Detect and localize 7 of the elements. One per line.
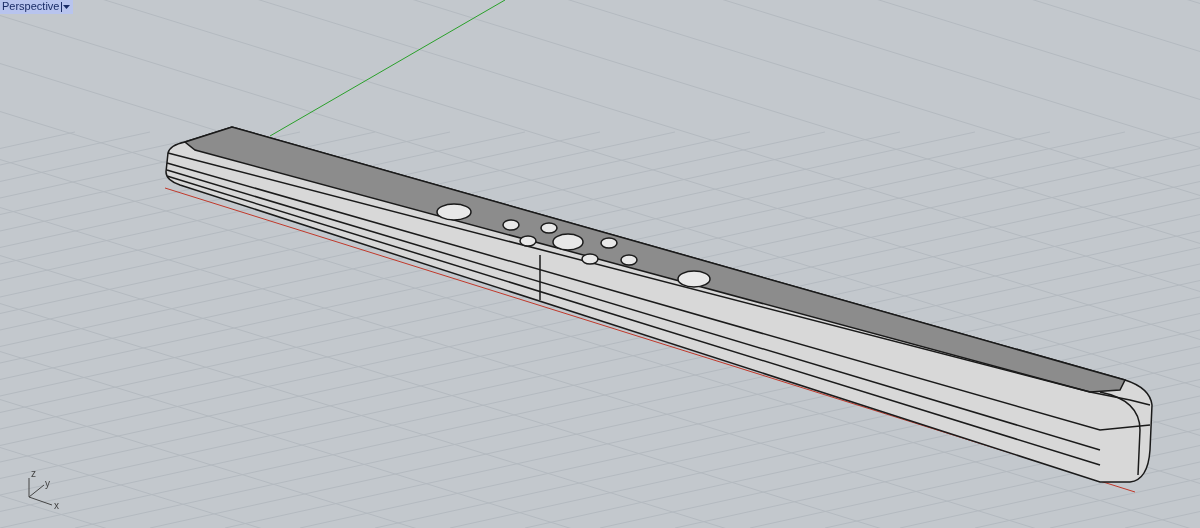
axis-label: x xyxy=(54,500,59,511)
viewport-title: Perspective xyxy=(2,0,60,13)
caret-icon[interactable] xyxy=(61,1,72,12)
axis-gizmo-icon xyxy=(28,477,53,506)
viewport-title-tab[interactable]: Perspective xyxy=(0,0,74,14)
axis-label: z xyxy=(31,468,36,479)
axis-label: y xyxy=(45,478,50,489)
